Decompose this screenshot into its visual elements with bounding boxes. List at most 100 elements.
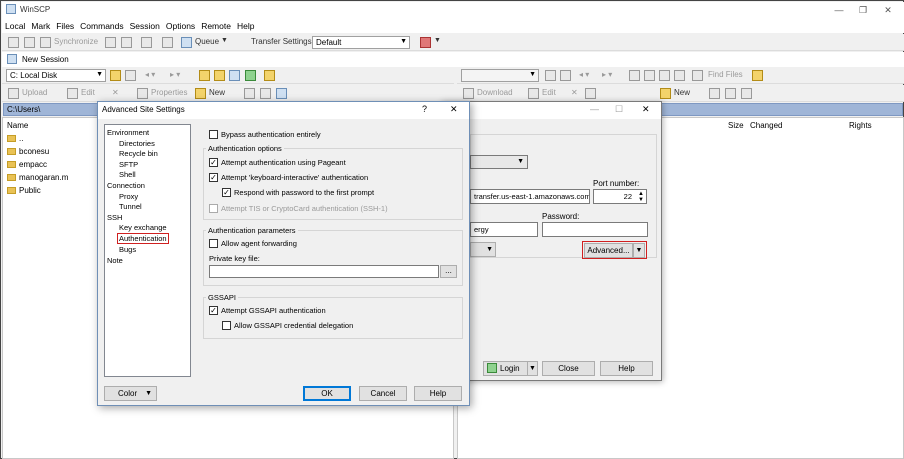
remote-delete-icon[interactable]: ✕ bbox=[571, 88, 578, 97]
user-name-field[interactable]: ergy bbox=[470, 222, 538, 237]
agent-forwarding-checkbox[interactable] bbox=[209, 239, 218, 248]
gssapi-attempt-checkbox[interactable]: ✓ bbox=[209, 306, 218, 315]
open-folder-icon[interactable] bbox=[110, 70, 121, 81]
column-name[interactable]: Name bbox=[7, 121, 28, 130]
private-key-field[interactable] bbox=[209, 265, 439, 278]
new-button[interactable]: New bbox=[209, 88, 225, 97]
properties-icon[interactable] bbox=[137, 88, 148, 99]
menu-local[interactable]: Local bbox=[2, 18, 28, 31]
tree-item-proxy[interactable]: Proxy bbox=[119, 192, 138, 201]
remote-new-button[interactable]: New bbox=[674, 88, 690, 97]
remote-find-icon[interactable] bbox=[752, 70, 763, 81]
tree-item-ssh[interactable]: SSH bbox=[107, 213, 122, 222]
edit-button[interactable]: Edit bbox=[81, 88, 95, 97]
refresh-icon[interactable] bbox=[245, 70, 256, 81]
tree-item-tunnel[interactable]: Tunnel bbox=[119, 202, 142, 211]
remote-new-icon[interactable] bbox=[660, 88, 671, 99]
transfer-options-dropdown-icon[interactable]: ▼ bbox=[434, 37, 441, 44]
sync-browse-icon[interactable] bbox=[105, 37, 116, 48]
advanced-dropdown-icon[interactable]: ▼ bbox=[633, 243, 645, 258]
help-button[interactable]: Help bbox=[414, 386, 462, 401]
login-close-icon[interactable]: ✕ bbox=[642, 104, 650, 115]
respond-password-checkbox[interactable]: ✓ bbox=[222, 188, 231, 197]
tree-item-connection[interactable]: Connection bbox=[107, 181, 145, 190]
remote-edit-icon[interactable] bbox=[528, 88, 539, 99]
menu-help[interactable]: Help bbox=[234, 18, 257, 31]
protocol-select[interactable]: ▼ bbox=[470, 155, 528, 169]
home-icon[interactable] bbox=[229, 70, 240, 81]
tree-item-authentication[interactable]: Authentication bbox=[117, 233, 169, 244]
remote-forward-icon[interactable]: ▸ ▾ bbox=[602, 70, 612, 79]
remote-filter-icon[interactable] bbox=[560, 70, 571, 81]
color-button[interactable]: Color ▼ bbox=[104, 386, 157, 401]
password-field[interactable] bbox=[542, 222, 648, 237]
close-window-button[interactable]: ✕ bbox=[876, 4, 900, 16]
tree-item-bugs[interactable]: Bugs bbox=[119, 245, 136, 254]
menu-commands[interactable]: Commands bbox=[77, 18, 126, 31]
local-drive-select[interactable]: C: Local Disk ▼ bbox=[6, 69, 106, 82]
remote-open-icon[interactable] bbox=[545, 70, 556, 81]
upload-button[interactable]: Upload bbox=[22, 88, 47, 97]
remote-edit-button[interactable]: Edit bbox=[542, 88, 556, 97]
filter-select-icon[interactable] bbox=[276, 88, 287, 99]
upload-icon[interactable] bbox=[8, 88, 19, 99]
remote-root-icon[interactable] bbox=[644, 70, 655, 81]
download-button[interactable]: Download bbox=[477, 88, 513, 97]
console-icon[interactable] bbox=[141, 37, 152, 48]
transfer-options-icon[interactable] bbox=[420, 37, 431, 48]
remote-refresh-icon[interactable] bbox=[674, 70, 685, 81]
list-item[interactable]: bconesu bbox=[7, 147, 49, 156]
list-item[interactable]: manogaran.m bbox=[7, 173, 68, 182]
host-name-field[interactable]: transfer.us-east-1.amazonaws.com bbox=[470, 189, 590, 204]
menu-mark[interactable]: Mark bbox=[28, 18, 53, 31]
gssapi-delegation-checkbox[interactable] bbox=[222, 321, 231, 330]
download-icon[interactable] bbox=[463, 88, 474, 99]
new-icon[interactable] bbox=[195, 88, 206, 99]
list-item[interactable]: .. bbox=[7, 134, 23, 143]
edit-dropdown-button[interactable]: ▼ bbox=[470, 242, 496, 257]
menu-options[interactable]: Options bbox=[163, 18, 198, 31]
column-rights[interactable]: Rights bbox=[849, 121, 872, 130]
tree-item-key-exchange[interactable]: Key exchange bbox=[119, 223, 167, 232]
forward-icon[interactable]: ▸ ▾ bbox=[170, 70, 180, 79]
login-maximize-icon[interactable]: ☐ bbox=[615, 104, 623, 115]
find-icon[interactable] bbox=[264, 70, 275, 81]
advanced-button[interactable]: Advanced... bbox=[584, 243, 633, 258]
edit-icon[interactable] bbox=[67, 88, 78, 99]
port-field[interactable]: 22 ▲ ▼ bbox=[593, 189, 647, 204]
collapse-icon[interactable] bbox=[260, 88, 271, 99]
compare-icon[interactable] bbox=[24, 37, 35, 48]
keyboard-interactive-checkbox[interactable]: ✓ bbox=[209, 173, 218, 182]
minimize-button[interactable]: — bbox=[827, 4, 851, 16]
help-question-icon[interactable]: ? bbox=[422, 104, 427, 114]
list-item[interactable]: Public bbox=[7, 186, 41, 195]
properties-button[interactable]: Properties bbox=[151, 88, 187, 97]
tree-item-sftp[interactable]: SFTP bbox=[119, 160, 138, 169]
login-close-button[interactable]: Close bbox=[542, 361, 595, 376]
queue-button[interactable]: Queue bbox=[195, 37, 219, 46]
tree-item-recycle-bin[interactable]: Recycle bin bbox=[119, 149, 158, 158]
restore-button[interactable]: ❐ bbox=[851, 4, 875, 16]
back-icon[interactable]: ◂ ▾ bbox=[145, 70, 155, 79]
expand-icon[interactable] bbox=[244, 88, 255, 99]
remote-properties-icon[interactable] bbox=[585, 88, 596, 99]
remote-home-icon[interactable] bbox=[659, 70, 670, 81]
remote-parent-icon[interactable] bbox=[629, 70, 640, 81]
menu-remote[interactable]: Remote bbox=[198, 18, 234, 31]
find-files-icon[interactable] bbox=[692, 70, 703, 81]
synchronize-button[interactable]: Synchronize bbox=[54, 37, 98, 46]
tis-checkbox[interactable] bbox=[209, 204, 218, 213]
login-dropdown-icon[interactable]: ▼ bbox=[527, 361, 538, 376]
column-changed[interactable]: Changed bbox=[750, 121, 782, 130]
remote-filter-select-icon[interactable] bbox=[741, 88, 752, 99]
tree-item-note[interactable]: Note bbox=[107, 256, 123, 265]
menu-files[interactable]: Files bbox=[53, 18, 77, 31]
tree-item-directories[interactable]: Directories bbox=[119, 139, 155, 148]
tab-new-session[interactable]: New Session bbox=[22, 55, 69, 64]
spinner-icon[interactable]: ▲ ▼ bbox=[638, 191, 644, 203]
remote-dir-select[interactable]: ▼ bbox=[461, 69, 539, 82]
filter-icon[interactable] bbox=[125, 70, 136, 81]
close-icon[interactable]: ✕ bbox=[450, 104, 458, 115]
tree-item-environment[interactable]: Environment bbox=[107, 128, 149, 137]
ok-button[interactable]: OK bbox=[303, 386, 351, 401]
